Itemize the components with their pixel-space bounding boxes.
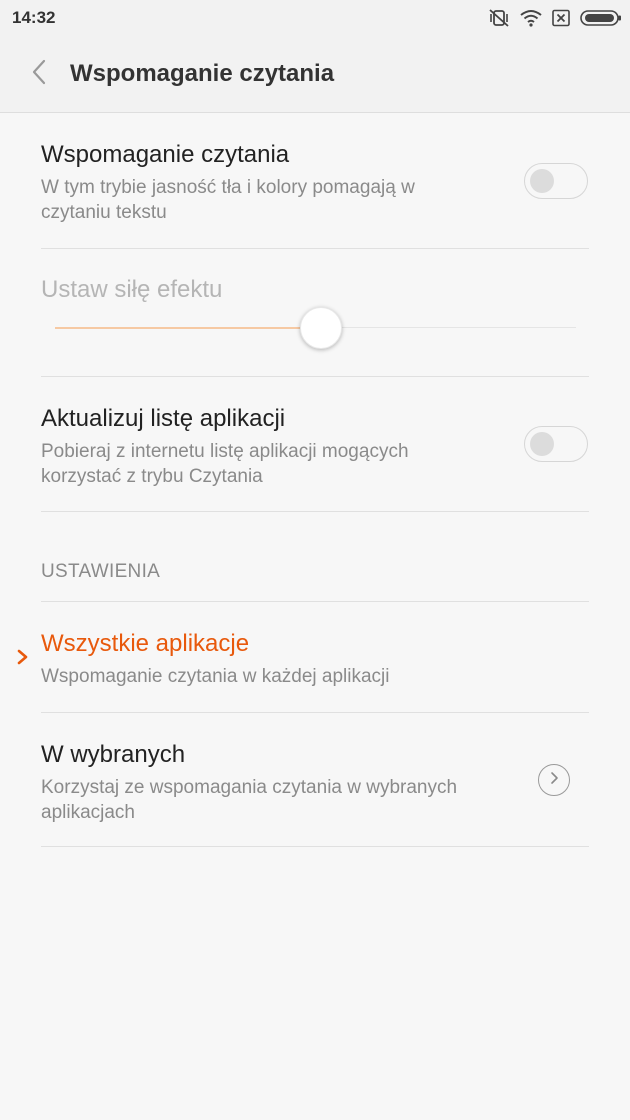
update-app-list-title: Aktualizuj listę aplikacji [41, 405, 286, 432]
status-icons [488, 6, 622, 30]
slider-thumb[interactable] [299, 307, 342, 349]
divider [41, 511, 589, 512]
reading-mode-row[interactable]: Wspomaganie czytania W tym trybie jasnoś… [0, 113, 630, 248]
option-selected-apps[interactable]: W wybranych Korzystaj ze wspomagania czy… [0, 713, 630, 846]
selected-chevron-icon [16, 648, 30, 666]
section-header-settings: USTAWIENIA [41, 561, 161, 582]
reading-mode-title: Wspomaganie czytania [41, 141, 290, 168]
divider [41, 248, 589, 249]
chevron-left-icon [30, 58, 48, 91]
update-app-list-row[interactable]: Aktualizuj listę aplikacji Pobieraj z in… [0, 377, 630, 511]
page-title: Wspomaganie czytania [70, 60, 335, 87]
option-all-apps-title: Wszystkie aplikacje [41, 630, 250, 657]
back-button[interactable] [22, 56, 56, 92]
reading-mode-toggle[interactable] [524, 163, 588, 199]
sim-x-icon [552, 9, 570, 27]
slider-fill [55, 327, 321, 329]
option-selected-apps-title: W wybranych [41, 741, 186, 768]
wifi-icon [520, 9, 542, 27]
app-header: Wspomaganie czytania [0, 36, 630, 113]
update-app-list-toggle[interactable] [524, 426, 588, 462]
toggle-knob [530, 169, 554, 193]
option-all-apps[interactable]: Wszystkie aplikacje Wspomaganie czytania… [0, 602, 630, 712]
divider [41, 846, 589, 847]
option-all-apps-description: Wspomaganie czytania w każdej aplikacji [41, 666, 390, 687]
option-selected-apps-description: Korzystaj ze wspomagania czytania w wybr… [41, 777, 458, 823]
reading-mode-description: W tym trybie jasność tła i kolory pomaga… [41, 177, 415, 223]
selected-apps-open-button[interactable] [538, 764, 570, 796]
effect-strength-label: Ustaw siłę efektu [41, 276, 223, 303]
battery-icon [580, 9, 622, 27]
update-app-list-description: Pobieraj z internetu listę aplikacji mog… [41, 441, 409, 487]
effect-strength-slider[interactable] [55, 307, 576, 349]
mute-vibrate-icon [488, 8, 510, 28]
toggle-knob [530, 432, 554, 456]
chevron-right-circle-icon [548, 770, 560, 791]
status-bar: 14:32 [0, 0, 630, 36]
status-time: 14:32 [12, 8, 56, 27]
